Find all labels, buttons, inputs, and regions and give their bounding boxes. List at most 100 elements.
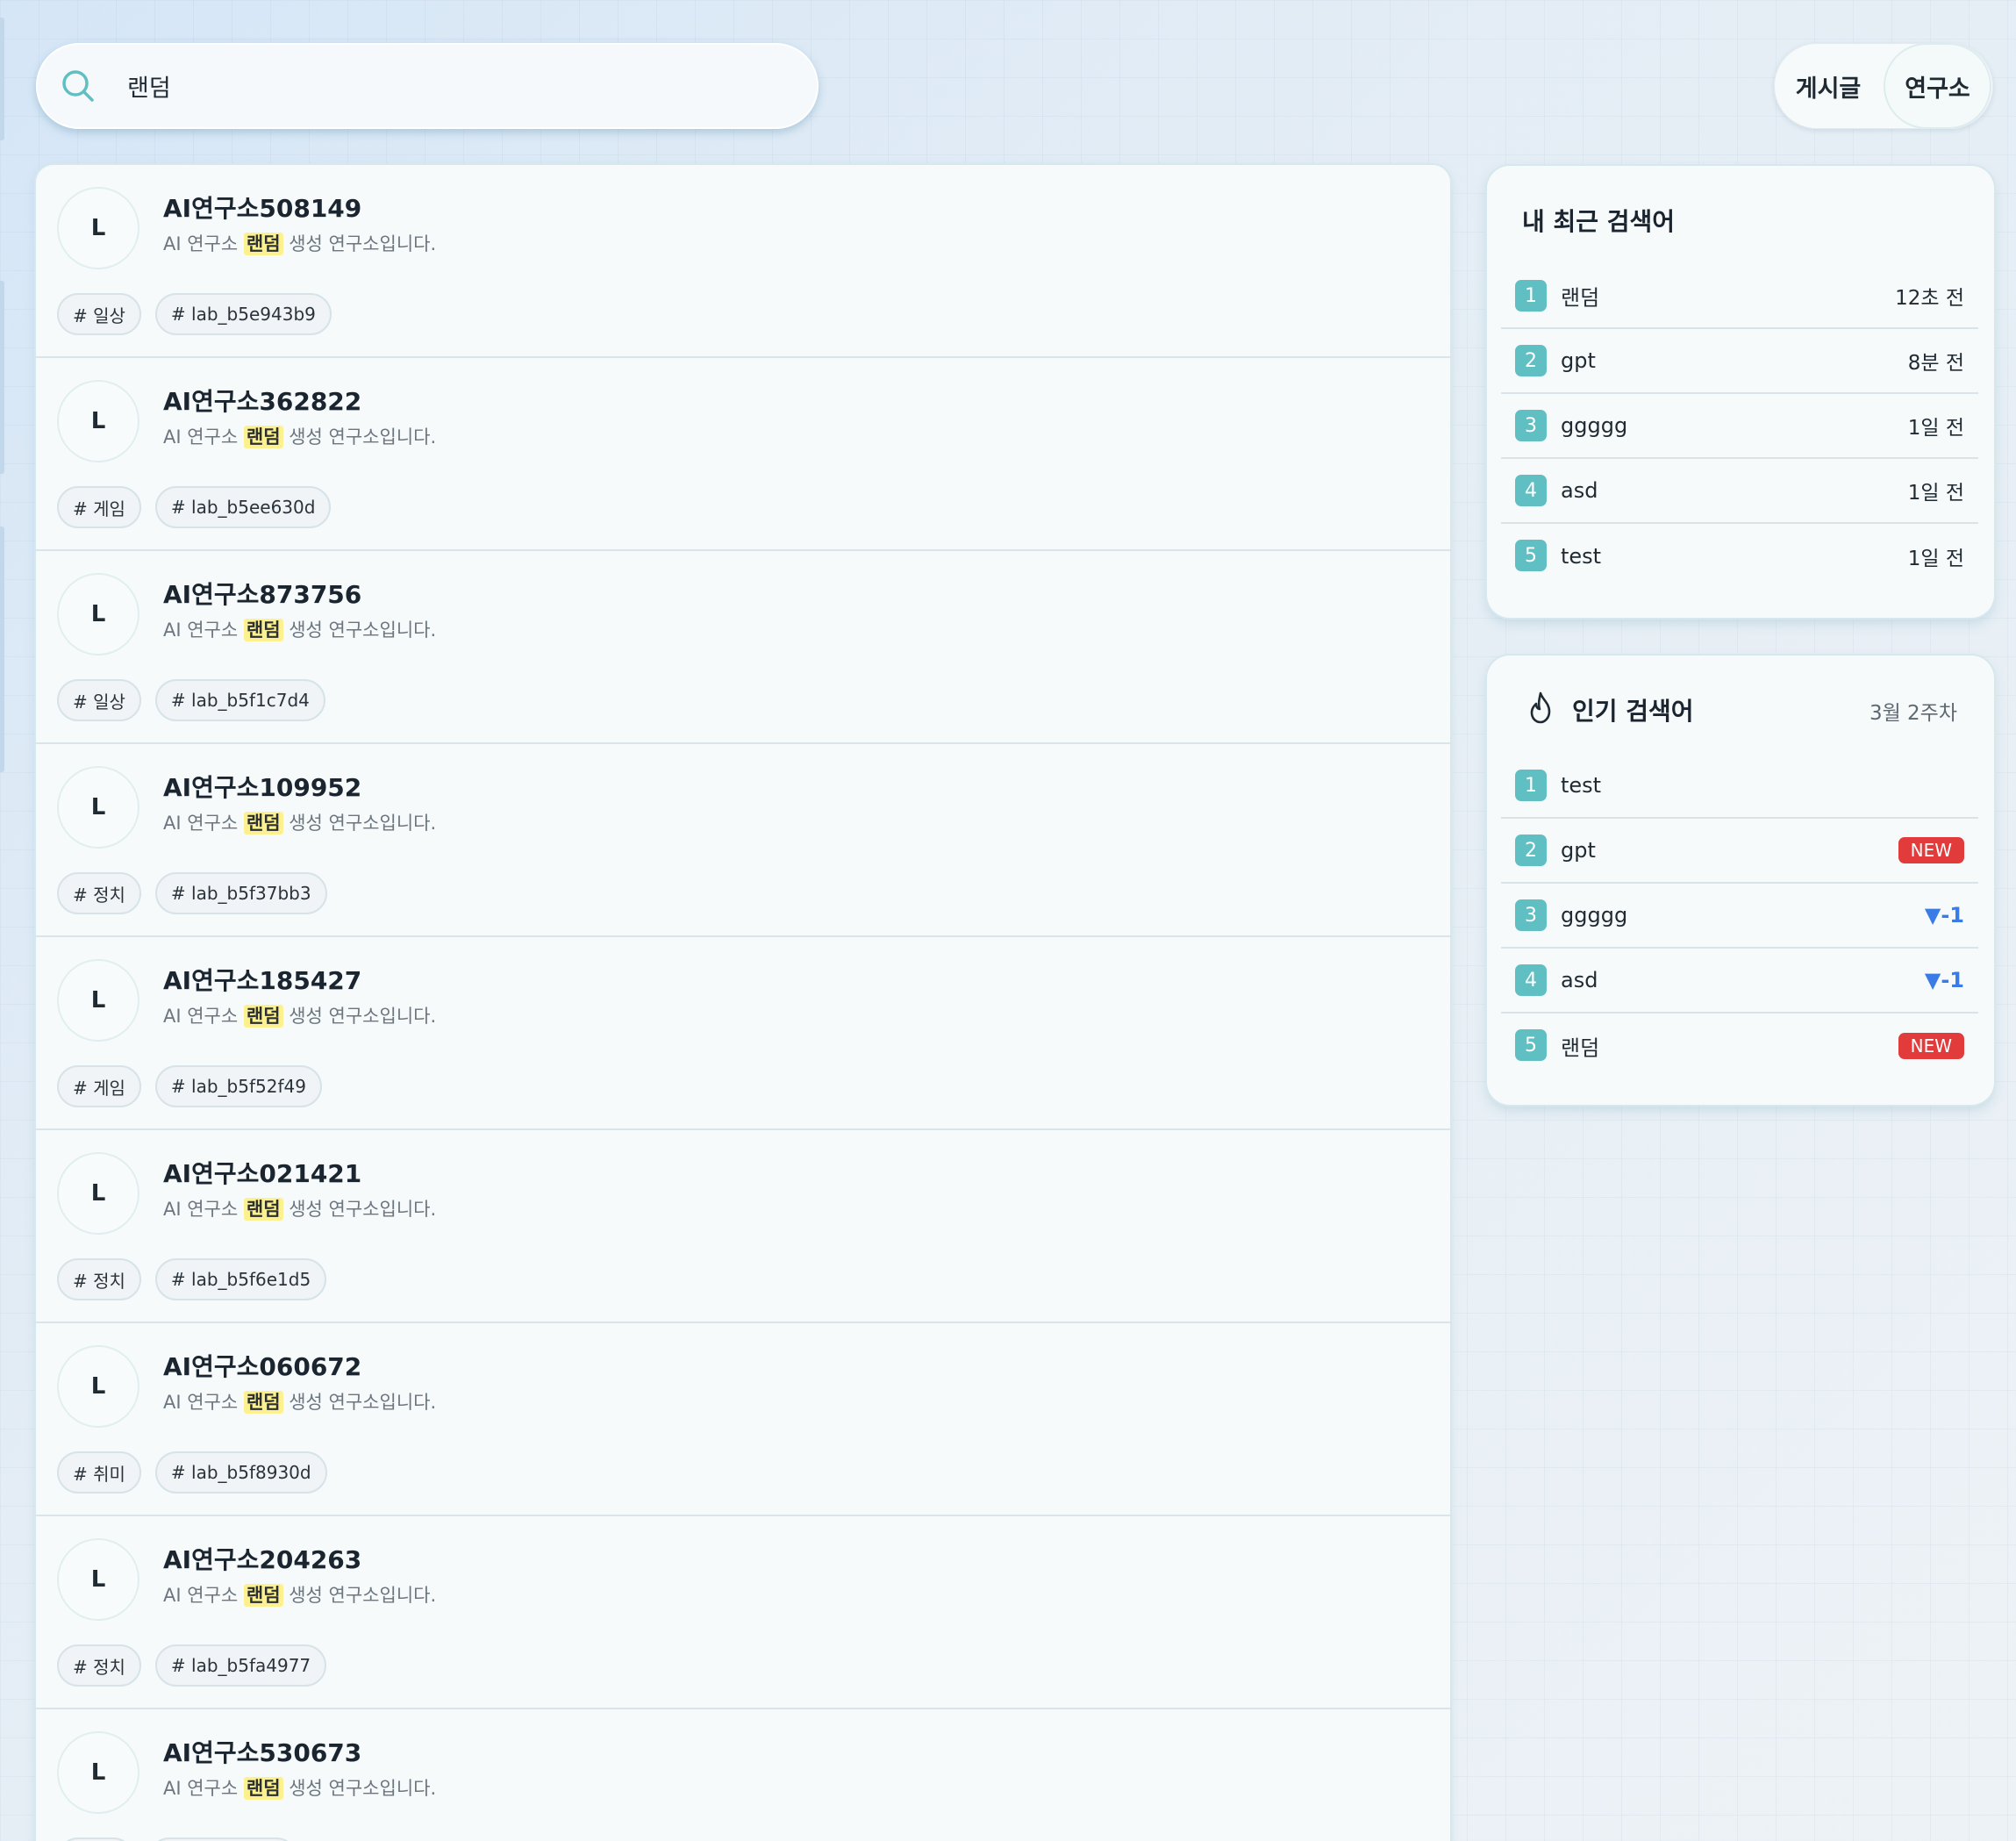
- results-list: L AI연구소508149 AI 연구소 랜덤 생성 연구소입니다. # 일상 …: [36, 165, 1450, 1841]
- keyword: gpt: [1561, 838, 1596, 863]
- tag-chip[interactable]: # lab_b5fa4977: [154, 1644, 327, 1687]
- query-highlight: 랜덤: [243, 1584, 283, 1607]
- lab-description: AI 연구소 랜덤 생성 연구소입니다.: [163, 1777, 437, 1800]
- tag-list: # 정치 # lab_b5fa4977: [57, 1644, 327, 1687]
- lab-result-card[interactable]: L AI연구소021421 AI 연구소 랜덤 생성 연구소입니다. # 정치 …: [36, 1130, 1450, 1323]
- lab-result-card[interactable]: L AI연구소362822 AI 연구소 랜덤 생성 연구소입니다. # 게임 …: [36, 358, 1450, 551]
- popular-search-item[interactable]: 4 asd ▼-1: [1501, 949, 1978, 1014]
- recent-search-item[interactable]: 1 랜덤 12초 전: [1501, 264, 1978, 329]
- tab-labs[interactable]: 연구소: [1884, 43, 1991, 129]
- new-badge: NEW: [1898, 837, 1964, 863]
- tag-chip[interactable]: # 게임: [57, 486, 141, 528]
- popular-search-item[interactable]: 1 test: [1501, 754, 1978, 819]
- tab-posts[interactable]: 게시글: [1774, 43, 1883, 129]
- tag-chip[interactable]: [148, 1837, 297, 1841]
- rank-number: 4: [1515, 964, 1547, 996]
- avatar: L: [57, 1345, 139, 1428]
- tag-chip[interactable]: # 정치: [57, 1644, 141, 1687]
- rank-number: 5: [1515, 1029, 1547, 1061]
- lab-description: AI 연구소 랜덤 생성 연구소입니다.: [163, 1005, 437, 1028]
- lab-result-card[interactable]: L AI연구소508149 AI 연구소 랜덤 생성 연구소입니다. # 일상 …: [36, 165, 1450, 358]
- recent-search-item[interactable]: 5 test 1일 전: [1501, 524, 1978, 589]
- week-label: 3월 2주차: [1869, 702, 1957, 725]
- edge-tab: [0, 18, 4, 140]
- recent-search-item[interactable]: 2 gpt 8분 전: [1501, 329, 1978, 394]
- search-time: 8분 전: [1907, 352, 1964, 375]
- tag-chip[interactable]: # 일상: [57, 679, 141, 721]
- tag-chip[interactable]: # lab_b5e943b9: [154, 293, 332, 335]
- popular-search-item[interactable]: 2 gpt NEW: [1501, 819, 1978, 884]
- search-icon: [62, 70, 94, 102]
- tag-list: # 정치 # lab_b5f37bb3: [57, 872, 327, 914]
- tag-chip[interactable]: # 정치: [57, 1258, 141, 1300]
- popular-searches-list: 1 test 2 gpt NEW 3 ggggg ▼-1 4 asd ▼-1 5…: [1501, 754, 1978, 1078]
- search-time: 1일 전: [1907, 548, 1964, 570]
- query-highlight: 랜덤: [243, 1777, 283, 1800]
- lab-result-card[interactable]: L AI연구소109952 AI 연구소 랜덤 생성 연구소입니다. # 정치 …: [36, 744, 1450, 937]
- lab-name[interactable]: AI연구소021421: [163, 1155, 361, 1190]
- lab-result-card[interactable]: L AI연구소530673 AI 연구소 랜덤 생성 연구소입니다.: [36, 1709, 1450, 1841]
- lab-result-card[interactable]: L AI연구소204263 AI 연구소 랜덤 생성 연구소입니다. # 정치 …: [36, 1516, 1450, 1709]
- keyword: 랜덤: [1561, 1035, 1600, 1061]
- popular-search-item[interactable]: 5 랜덤 NEW: [1501, 1014, 1978, 1078]
- tag-chip[interactable]: # lab_b5f1c7d4: [154, 679, 325, 721]
- avatar: L: [57, 1152, 139, 1235]
- rank-number: 1: [1515, 770, 1547, 801]
- tag-chip[interactable]: # 일상: [57, 293, 141, 335]
- popular-searches-title: 인기 검색어: [1572, 697, 1694, 726]
- lab-name[interactable]: AI연구소185427: [163, 962, 361, 997]
- tag-chip[interactable]: # lab_b5f8930d: [154, 1451, 327, 1494]
- lab-description: AI 연구소 랜덤 생성 연구소입니다.: [163, 1584, 437, 1607]
- lab-result-card[interactable]: L AI연구소185427 AI 연구소 랜덤 생성 연구소입니다. # 게임 …: [36, 937, 1450, 1130]
- query-highlight: 랜덤: [243, 812, 283, 835]
- keyword: test: [1561, 773, 1602, 798]
- rank-number: 1: [1515, 280, 1547, 312]
- tag-chip[interactable]: [57, 1837, 134, 1841]
- lab-description: AI 연구소 랜덤 생성 연구소입니다.: [163, 233, 437, 255]
- lab-name[interactable]: AI연구소508149: [163, 190, 361, 225]
- lab-description: AI 연구소 랜덤 생성 연구소입니다.: [163, 619, 437, 641]
- tag-list: # 일상 # lab_b5f1c7d4: [57, 679, 325, 721]
- query-highlight: 랜덤: [243, 1391, 283, 1414]
- lab-name[interactable]: AI연구소362822: [163, 383, 361, 418]
- keyword: ggggg: [1561, 413, 1628, 438]
- query-highlight: 랜덤: [243, 619, 283, 641]
- lab-name[interactable]: AI연구소530673: [163, 1734, 361, 1769]
- lab-name[interactable]: AI연구소109952: [163, 769, 361, 804]
- lab-name[interactable]: AI연구소873756: [163, 576, 361, 611]
- recent-searches-list: 1 랜덤 12초 전 2 gpt 8분 전 3 ggggg 1일 전 4 asd…: [1501, 264, 1978, 589]
- rank-number: 3: [1515, 410, 1547, 441]
- edge-tab: [0, 527, 4, 772]
- tag-chip[interactable]: # 게임: [57, 1065, 141, 1107]
- tag-chip[interactable]: # lab_b5f37bb3: [154, 872, 327, 914]
- recent-searches-title: 내 최근 검색어: [1522, 207, 1676, 236]
- search-time: 12초 전: [1895, 287, 1964, 310]
- search-input[interactable]: 랜덤: [127, 69, 171, 104]
- tag-list: # 일상 # lab_b5e943b9: [57, 293, 332, 335]
- search-bar[interactable]: 랜덤: [36, 43, 819, 129]
- lab-result-card[interactable]: L AI연구소060672 AI 연구소 랜덤 생성 연구소입니다. # 취미 …: [36, 1323, 1450, 1516]
- lab-result-card[interactable]: L AI연구소873756 AI 연구소 랜덤 생성 연구소입니다. # 일상 …: [36, 551, 1450, 744]
- tag-chip[interactable]: # lab_b5f6e1d5: [154, 1258, 327, 1300]
- tag-list: # 게임 # lab_b5f52f49: [57, 1065, 322, 1107]
- tag-chip[interactable]: # 취미: [57, 1451, 141, 1494]
- tag-chip[interactable]: # lab_b5ee630d: [154, 486, 332, 528]
- avatar: L: [57, 766, 139, 849]
- tag-chip[interactable]: # lab_b5f52f49: [154, 1065, 322, 1107]
- recent-search-item[interactable]: 3 ggggg 1일 전: [1501, 394, 1978, 459]
- rank-number: 3: [1515, 899, 1547, 931]
- new-badge: NEW: [1898, 1033, 1964, 1059]
- avatar: L: [57, 380, 139, 462]
- keyword: test: [1561, 544, 1602, 569]
- rank-number: 2: [1515, 835, 1547, 866]
- recent-search-item[interactable]: 4 asd 1일 전: [1501, 459, 1978, 524]
- tag-list: # 취미 # lab_b5f8930d: [57, 1451, 327, 1494]
- popular-search-item[interactable]: 3 ggggg ▼-1: [1501, 884, 1978, 949]
- tag-chip[interactable]: # 정치: [57, 872, 141, 914]
- lab-name[interactable]: AI연구소204263: [163, 1541, 361, 1576]
- avatar: L: [57, 187, 139, 269]
- lab-description: AI 연구소 랜덤 생성 연구소입니다.: [163, 812, 437, 835]
- avatar: L: [57, 1538, 139, 1621]
- lab-name[interactable]: AI연구소060672: [163, 1348, 361, 1383]
- popular-searches-card: 인기 검색어 3월 2주차 1 test 2 gpt NEW 3 ggggg ▼…: [1487, 655, 1994, 1105]
